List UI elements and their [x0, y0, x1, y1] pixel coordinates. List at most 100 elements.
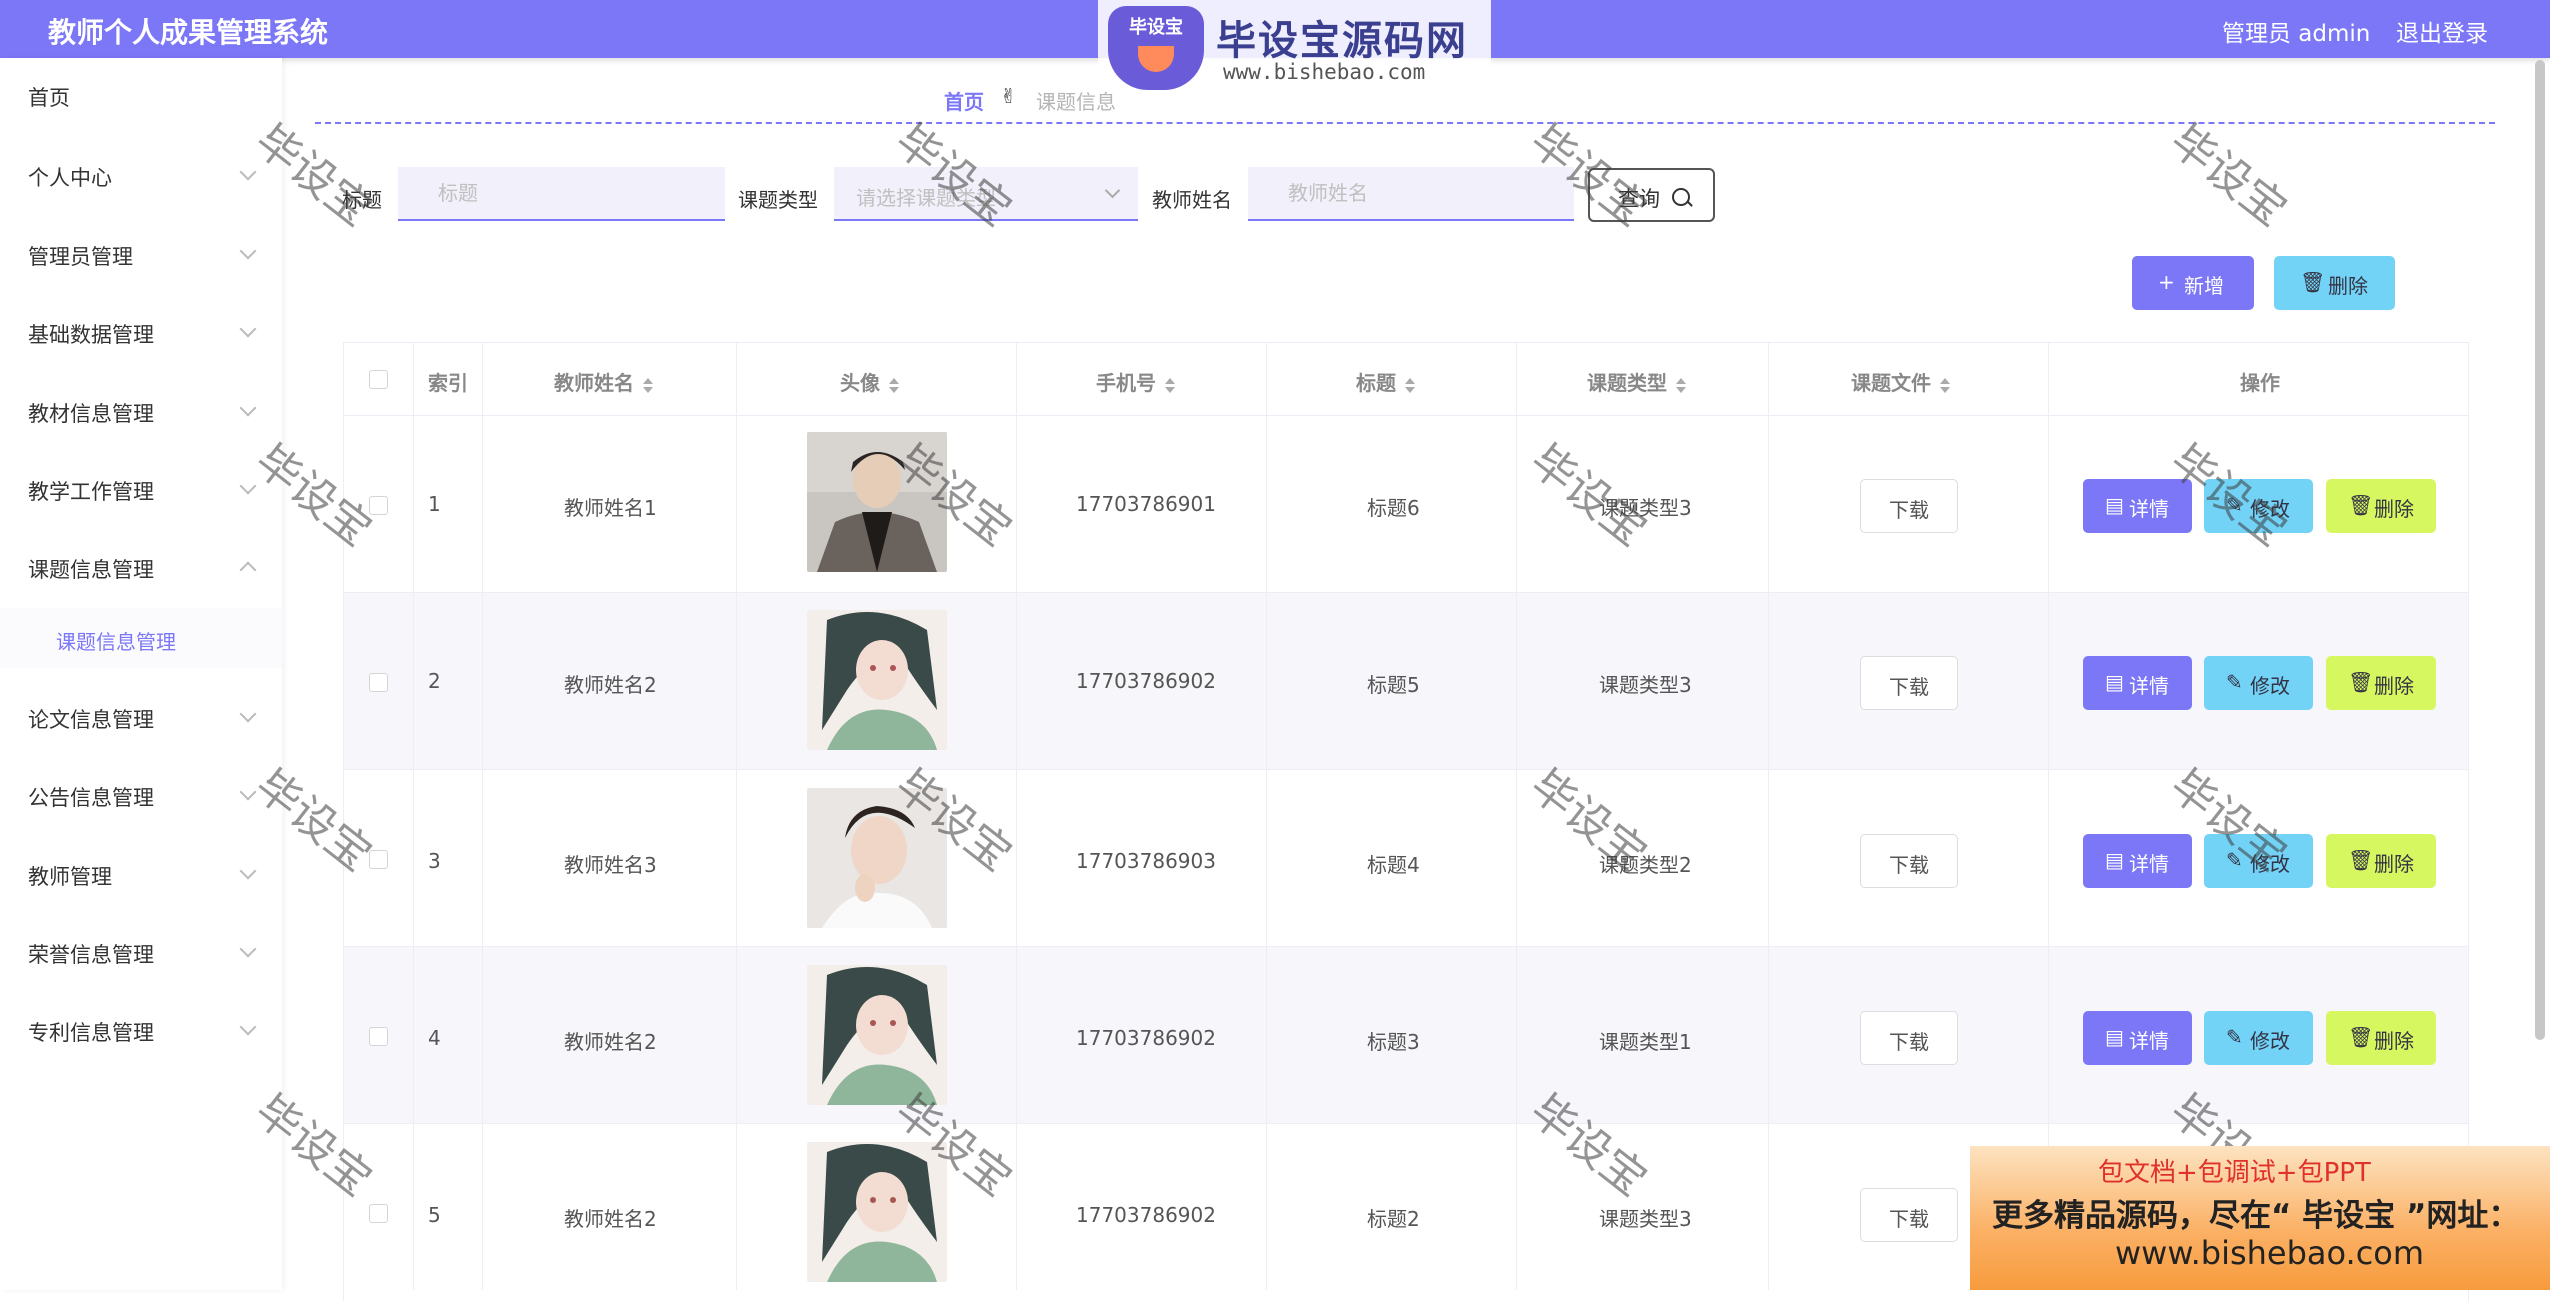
cell-phone: 17703786903 — [1076, 849, 1216, 873]
page-scrollbar[interactable] — [2535, 60, 2545, 1040]
table-row: 4 教师姓名2 17703786902 标题3 课题类型1 下载 ▤ 详情 ✎ 修改… — [343, 947, 2469, 1124]
trash-icon: 🗑 — [2348, 670, 2374, 694]
sidebar-item-honor[interactable]: 荣誉信息管理 — [0, 921, 282, 981]
detail-button[interactable]: ▤ 详情 — [2083, 656, 2192, 710]
promo-banner[interactable]: 包文档+包调试+包PPT 更多精品源码，尽在“ 毕设宝 ”网址： www.bis… — [1970, 1146, 2550, 1290]
cell-title: 标题4 — [1367, 853, 1420, 877]
cell-title: 标题6 — [1367, 496, 1420, 520]
title-search-input[interactable] — [398, 167, 725, 221]
breadcrumb-divider — [315, 122, 2495, 124]
download-button[interactable]: 下载 — [1860, 834, 1958, 888]
promo-line-1: 包文档+包调试+包PPT — [2098, 1158, 2371, 1188]
row-checkbox[interactable] — [369, 673, 388, 692]
admin-user-label[interactable]: 管理员 admin — [2222, 14, 2370, 48]
cell-phone: 17703786902 — [1076, 669, 1216, 693]
sort-icon[interactable] — [1404, 377, 1415, 393]
row-checkbox[interactable] — [369, 1027, 388, 1046]
chevron-down-icon — [239, 399, 257, 417]
detail-button[interactable]: ▤ 详情 — [2083, 834, 2192, 888]
sidebar-item-teacher[interactable]: 教师管理 — [0, 843, 282, 903]
sidebar-item-label: 管理员管理 — [28, 245, 133, 269]
detail-button[interactable]: ▤ 详情 — [2083, 1011, 2192, 1065]
select-all-checkbox[interactable] — [369, 370, 388, 389]
topic-type-placeholder: 请选择课题类型 — [856, 186, 996, 210]
sidebar-item-label: 首页 — [28, 86, 70, 110]
avatar-illustration-girl — [807, 610, 947, 750]
trash-icon: 🗑 — [2300, 270, 2326, 294]
search-button-label: 查询 — [1618, 187, 1660, 211]
add-button[interactable]: + 新增 — [2132, 256, 2254, 310]
search-button[interactable]: 查询 — [1588, 168, 1715, 222]
column-header-type[interactable]: 课题类型 — [1587, 367, 1686, 396]
delete-button[interactable]: 🗑 删除 — [2326, 656, 2436, 710]
sort-icon[interactable] — [1939, 377, 1950, 393]
download-button[interactable]: 下载 — [1860, 479, 1958, 533]
sidebar-item-base-data[interactable]: 基础数据管理 — [0, 301, 282, 361]
sidebar: 首页 个人中心 管理员管理 基础数据管理 教材信息管理 教学工作管理 课题信息管… — [0, 58, 282, 1290]
column-header-teacher-name[interactable]: 教师姓名 — [554, 367, 653, 396]
sidebar-item-notice[interactable]: 公告信息管理 — [0, 764, 282, 824]
sidebar-item-label: 荣誉信息管理 — [28, 943, 154, 967]
sidebar-item-personal-center[interactable]: 个人中心 — [0, 144, 282, 204]
topic-type-select[interactable]: 请选择课题类型 — [834, 167, 1138, 221]
sidebar-item-paper[interactable]: 论文信息管理 — [0, 686, 282, 746]
sort-icon[interactable] — [1675, 377, 1686, 393]
row-checkbox[interactable] — [369, 496, 388, 515]
delete-button[interactable]: 🗑 删除 — [2326, 834, 2436, 888]
download-button[interactable]: 下载 — [1860, 1011, 1958, 1065]
logo-title: 毕设宝源码网 — [1216, 18, 1468, 64]
edit-button[interactable]: ✎ 修改 — [2204, 479, 2313, 533]
delete-button[interactable]: 🗑 删除 — [2326, 1011, 2436, 1065]
detail-button[interactable]: ▤ 详情 — [2083, 479, 2192, 533]
download-button[interactable]: 下载 — [1860, 1188, 1958, 1242]
column-header-avatar[interactable]: 头像 — [840, 367, 899, 396]
column-header-title[interactable]: 标题 — [1356, 367, 1415, 396]
edit-button[interactable]: ✎ 修改 — [2204, 834, 2313, 888]
column-header-phone[interactable]: 手机号 — [1096, 367, 1175, 396]
column-divider — [736, 342, 737, 1290]
avatar[interactable] — [807, 788, 947, 928]
teacher-name-search-input[interactable] — [1248, 167, 1574, 221]
column-divider — [1016, 342, 1017, 1290]
sidebar-item-teaching-work[interactable]: 教学工作管理 — [0, 458, 282, 518]
sidebar-item-label: 基础数据管理 — [28, 323, 154, 347]
delete-button[interactable]: 🗑 删除 — [2326, 479, 2436, 533]
sidebar-item-topic[interactable]: 课题信息管理 — [0, 536, 282, 596]
sidebar-item-home[interactable]: 首页 — [0, 64, 282, 124]
avatar[interactable] — [807, 432, 947, 572]
avatar[interactable] — [807, 610, 947, 750]
avatar[interactable] — [807, 965, 947, 1105]
edit-button[interactable]: ✎ 修改 — [2204, 656, 2313, 710]
cell-teacher-name: 教师姓名2 — [564, 1030, 657, 1054]
sort-icon[interactable] — [888, 377, 899, 393]
edit-icon: ✎ — [2226, 493, 2243, 517]
app-title: 教师个人成果管理系统 — [48, 16, 329, 49]
column-header-file[interactable]: 课题文件 — [1851, 367, 1950, 396]
sort-icon[interactable] — [642, 377, 653, 393]
row-checkbox[interactable] — [369, 1204, 388, 1223]
add-button-label: 新增 — [2184, 274, 2224, 298]
sort-icon[interactable] — [1164, 377, 1175, 393]
row-checkbox[interactable] — [369, 850, 388, 869]
sidebar-item-textbook[interactable]: 教材信息管理 — [0, 380, 282, 440]
cell-title: 标题5 — [1367, 673, 1420, 697]
cell-phone: 17703786902 — [1076, 1026, 1216, 1050]
logout-link[interactable]: 退出登录 — [2396, 14, 2488, 48]
logo-url: www.bishebao.com — [1223, 60, 1426, 84]
sidebar-subitem-topic-management[interactable]: 课题信息管理 — [0, 608, 282, 668]
cell-index: 4 — [428, 1026, 441, 1050]
avatar-illustration-girl — [807, 1142, 947, 1282]
promo-url[interactable]: www.bishebao.com — [2115, 1234, 2424, 1272]
download-button[interactable]: 下载 — [1860, 656, 1958, 710]
column-divider — [482, 342, 483, 1290]
batch-delete-button[interactable]: 🗑 删除 — [2274, 256, 2395, 310]
edit-button[interactable]: ✎ 修改 — [2204, 1011, 2313, 1065]
column-header-index: 索引 — [428, 371, 468, 395]
cell-teacher-name: 教师姓名2 — [564, 1207, 657, 1231]
cell-index: 2 — [428, 669, 441, 693]
sidebar-item-admin-management[interactable]: 管理员管理 — [0, 223, 282, 283]
breadcrumb-home[interactable]: 首页 — [944, 86, 984, 115]
avatar[interactable] — [807, 1142, 947, 1282]
sidebar-item-patent[interactable]: 专利信息管理 — [0, 999, 282, 1059]
cell-phone: 17703786902 — [1076, 1203, 1216, 1227]
